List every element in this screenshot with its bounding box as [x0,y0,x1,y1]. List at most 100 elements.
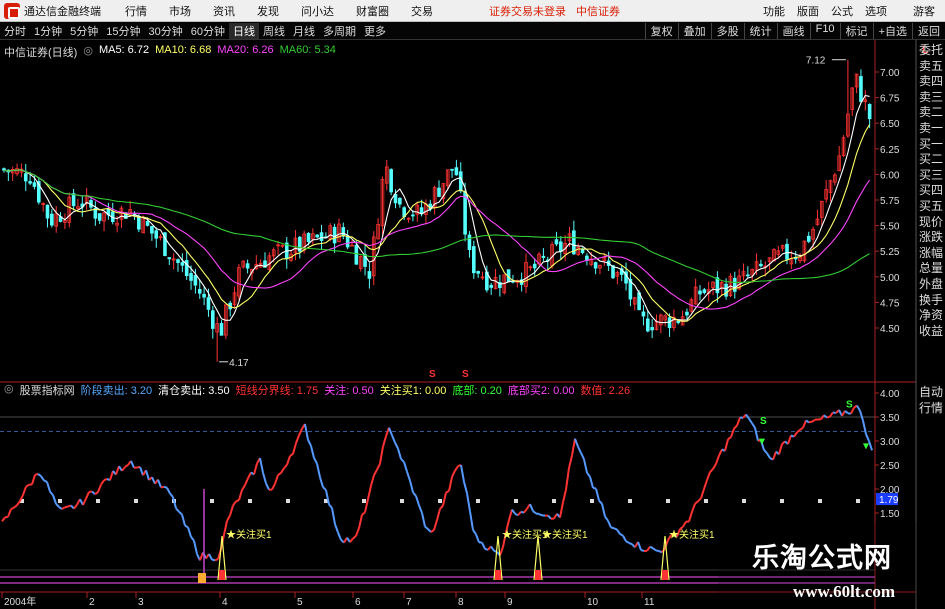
osc-falling [175,507,180,513]
quote-tab[interactable]: 卖一 [917,121,945,137]
period-1min[interactable]: 1分钟 [30,23,66,39]
candle-down [437,187,441,197]
quote-tab[interactable]: 卖二 [917,105,945,121]
osc-s-marker: S [846,399,853,410]
quote-tab[interactable]: 涨幅 [917,246,945,262]
quote-tab[interactable]: 买五 [917,199,945,215]
period-timeshare[interactable]: 分时 [0,23,30,39]
indicator-tab[interactable]: 行情 [917,400,945,416]
quote-tab[interactable]: 外盘 [917,277,945,293]
candle-down [210,310,215,329]
candle-down [724,283,728,297]
indicator-tab[interactable]: 自动 [917,384,945,400]
osc-rising [517,511,522,516]
candle-down [641,311,646,317]
quote-tab[interactable]: 买一 [917,137,945,153]
broker-name[interactable]: 中信证券 [576,3,620,19]
tool-f10[interactable]: F10 [809,22,840,39]
tool-mark[interactable]: 标记 [839,22,873,39]
quote-tab[interactable]: 净资 [917,308,945,324]
app-title: 通达信金融终端 [24,5,101,18]
low-price-label: 4.17 [229,358,249,369]
quote-tab[interactable]: 涨跌 [917,230,945,246]
osc-falling [619,533,624,537]
ma60-line [3,169,870,283]
ma-settings-icon[interactable]: ◎ [83,44,93,60]
osc-rising [448,476,453,492]
tool-stats[interactable]: 统计 [743,22,777,39]
period-monthly[interactable]: 月线 [289,23,319,39]
osc-s-marker: S [760,416,767,427]
divider-dot [856,499,860,503]
quote-tab[interactable]: 委托 [917,43,945,59]
quote-tab[interactable]: 买二 [917,152,945,168]
period-multi[interactable]: 多周期 [319,23,360,39]
login-warning[interactable]: 证券交易未登录 [489,3,566,19]
osc-rising [781,440,786,445]
guest-user[interactable]: 游客 [913,3,935,19]
tool-draw[interactable]: 画线 [776,22,810,39]
period-more[interactable]: 更多 [360,23,390,39]
osc-rising [787,435,792,445]
menu-news[interactable]: 资讯 [213,3,235,19]
osc-rising [280,467,285,474]
period-daily[interactable]: 日线 [229,22,259,39]
candle-down [28,181,32,184]
osc-falling [58,506,63,510]
price-tick-label: 4.75 [880,298,900,309]
tool-back[interactable]: 返回 [912,22,945,39]
quote-tab[interactable]: 卖五 [917,59,945,75]
menu-layout[interactable]: 版面 [797,3,819,19]
osc-rising [802,420,807,429]
menu-quotes[interactable]: 行情 [125,3,147,19]
indicator-item: 阶段卖出: 3.20 [80,385,153,397]
tool-multi-stock[interactable]: 多股 [710,22,744,39]
divider-dot [704,499,708,503]
tool-add-watch[interactable]: +自选 [872,22,912,39]
quote-tab[interactable]: 换手 [917,293,945,309]
period-30min[interactable]: 30分钟 [145,23,187,39]
menu-options[interactable]: 选项 [865,3,887,19]
candle-down [167,257,172,260]
osc-falling [337,532,342,541]
quote-tab[interactable]: 买三 [917,168,945,184]
osc-falling [166,487,171,494]
tool-overlay[interactable]: 叠加 [677,22,711,39]
osc-rising [706,471,711,481]
divider-dot [400,499,404,503]
quote-tab[interactable]: 卖三 [917,90,945,106]
stock-name[interactable]: 中信证券(日线) [4,44,77,60]
indicator-settings-icon[interactable]: ◎ [4,382,14,398]
divider-dot [58,499,62,503]
osc-rising [715,455,720,465]
menu-discover[interactable]: 发现 [257,3,279,19]
period-5min[interactable]: 5分钟 [66,23,102,39]
menu-ask[interactable]: 问小达 [301,3,334,19]
period-15min[interactable]: 15分钟 [102,23,144,39]
osc-rising [82,498,87,506]
osc-falling [328,503,333,509]
quote-tab[interactable]: 现价 [917,215,945,231]
osc-falling [304,423,309,440]
period-weekly[interactable]: 周线 [259,23,289,39]
osc-rising [124,464,129,468]
candle-down [580,249,585,254]
menu-trade[interactable]: 交易 [411,3,433,19]
period-60min[interactable]: 60分钟 [187,23,229,39]
quote-tab[interactable]: 卖四 [917,74,945,90]
quote-tab[interactable]: 总量 [917,261,945,277]
menu-wealth[interactable]: 财富圈 [356,3,389,19]
menu-function[interactable]: 功能 [763,3,785,19]
osc-falling [130,460,135,469]
right-menu: 功能 版面 公式 选项 [751,3,887,19]
osc-rising [115,465,120,475]
ma20-value: MA20: 6.26 [217,44,274,56]
menu-formula[interactable]: 公式 [831,3,853,19]
osc-falling [319,477,324,488]
osc-falling [388,427,393,436]
indicator-name[interactable]: 股票指标网 [20,382,75,398]
menu-market[interactable]: 市场 [169,3,191,19]
quote-tab[interactable]: 买四 [917,183,945,199]
quote-tab[interactable]: 收益 [917,324,945,340]
tool-adjust[interactable]: 复权 [644,22,678,39]
